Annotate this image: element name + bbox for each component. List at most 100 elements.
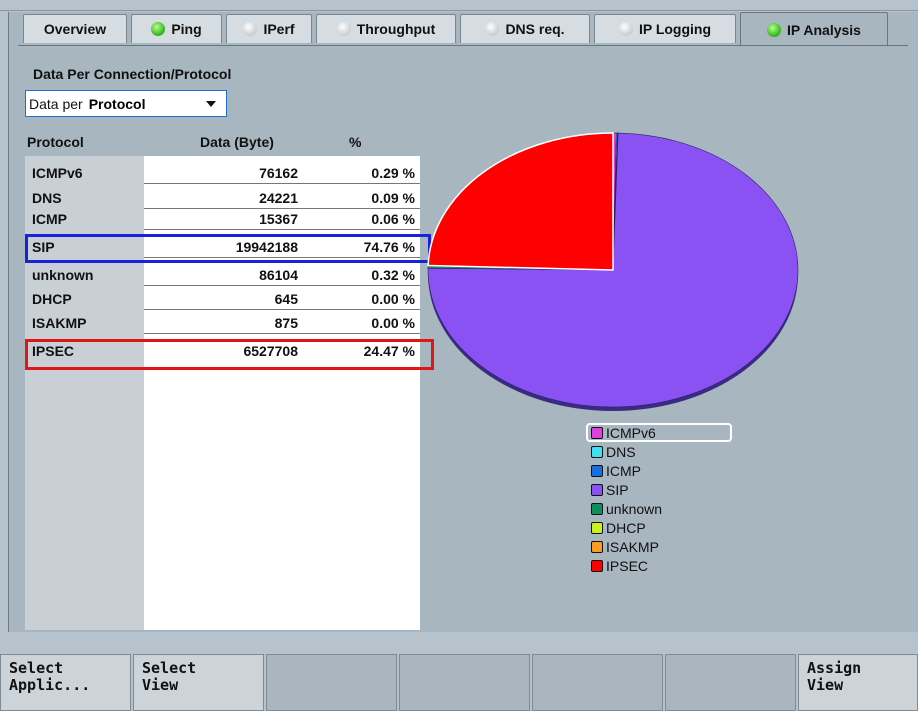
- table-row[interactable]: DHCP 645 0.00 %: [25, 291, 420, 310]
- panel-title: Data Per Connection/Protocol: [33, 66, 232, 82]
- tab-dns-req[interactable]: DNS req.: [460, 14, 590, 43]
- tab-overview[interactable]: Overview: [23, 14, 127, 43]
- legend-swatch: [591, 464, 603, 477]
- legend-swatch: [591, 483, 603, 496]
- legend-item-sip[interactable]: SIP: [588, 480, 734, 499]
- table-row[interactable]: ISAKMP 875 0.00 %: [25, 315, 420, 334]
- legend-item-ipsec[interactable]: IPSEC: [588, 556, 734, 575]
- dropdown-value: Protocol: [88, 95, 146, 112]
- legend-item-dhcp[interactable]: DHCP: [588, 518, 734, 537]
- row-divider: [144, 183, 420, 184]
- row-divider: [144, 208, 420, 209]
- legend-swatch: [591, 559, 603, 572]
- softkey-line1: Select: [142, 659, 197, 677]
- softkey-bar: Select Applic... Select View Assign View: [0, 654, 918, 711]
- status-led-icon: [767, 22, 782, 37]
- header-protocol: Protocol: [27, 134, 84, 150]
- protocol-pie-chart: [427, 132, 799, 411]
- cell-percent: 0.00 %: [371, 315, 415, 331]
- legend-label: DNS: [606, 443, 636, 460]
- softkey-3-button[interactable]: [266, 654, 397, 711]
- cell-protocol: DHCP: [32, 291, 72, 307]
- cell-protocol: DNS: [32, 190, 62, 206]
- legend-label: SIP: [606, 481, 629, 498]
- pie-slice-ipsec: [427, 132, 614, 271]
- cell-percent: 0.29 %: [371, 165, 415, 181]
- tab-label: DNS req.: [505, 21, 565, 37]
- table-row[interactable]: ICMPv6 76162 0.29 %: [25, 165, 420, 184]
- table-row[interactable]: unknown 86104 0.32 %: [25, 267, 420, 286]
- tab-iperf[interactable]: IPerf: [226, 14, 312, 43]
- top-bar: [0, 0, 918, 11]
- tab-ip-logging[interactable]: IP Logging: [594, 14, 736, 43]
- chart-legend: ICMPv6 DNS ICMP SIP unknown DHCP ISAKMP IPSEC: [586, 423, 734, 575]
- select-view-button[interactable]: Select View: [133, 654, 264, 711]
- legend-item-isakmp[interactable]: ISAKMP: [588, 537, 734, 556]
- legend-item-unknown[interactable]: unknown: [588, 499, 734, 518]
- chevron-down-icon: [206, 100, 216, 107]
- legend-swatch: [591, 521, 603, 534]
- cell-protocol: ICMPv6: [32, 165, 83, 181]
- cell-percent: 0.09 %: [371, 190, 415, 206]
- softkey-line2: View: [807, 676, 844, 694]
- data-per-dropdown[interactable]: Data per Protocol: [25, 90, 227, 117]
- row-divider: [144, 333, 420, 334]
- cell-bytes: 875: [274, 315, 298, 331]
- legend-swatch: [591, 426, 603, 439]
- table-row[interactable]: DNS 24221 0.09 %: [25, 190, 420, 209]
- legend-item-dns[interactable]: DNS: [588, 442, 734, 461]
- sip-highlight-box: [25, 234, 431, 263]
- tab-label: Throughput: [356, 21, 436, 37]
- cell-bytes: 15367: [259, 211, 298, 227]
- legend-swatch: [591, 445, 603, 458]
- legend-swatch: [591, 540, 603, 553]
- cell-bytes: 645: [274, 291, 298, 307]
- tab-label: Overview: [43, 21, 107, 37]
- cell-percent: 0.32 %: [371, 267, 415, 283]
- legend-label: ISAKMP: [606, 538, 659, 555]
- legend-label: DHCP: [606, 519, 646, 536]
- tab-label: IP Analysis: [787, 21, 861, 38]
- assign-view-button[interactable]: Assign View: [798, 654, 918, 711]
- cell-protocol: ICMP: [32, 211, 67, 227]
- cell-protocol: unknown: [32, 267, 94, 283]
- cell-percent: 0.06 %: [371, 211, 415, 227]
- cell-bytes: 24221: [259, 190, 298, 206]
- tab-ip-analysis[interactable]: IP Analysis: [740, 12, 888, 46]
- legend-item-icmp[interactable]: ICMP: [588, 461, 734, 480]
- header-data-bytes: Data (Byte): [200, 134, 274, 150]
- ipsec-highlight-box: [25, 339, 434, 370]
- dropdown-label: Data per: [29, 95, 83, 112]
- row-divider: [144, 229, 420, 230]
- tab-ping[interactable]: Ping: [131, 14, 222, 43]
- softkey-line1: Assign: [807, 659, 862, 677]
- table-row[interactable]: ICMP 15367 0.06 %: [25, 211, 420, 230]
- status-led-icon: [243, 22, 258, 36]
- legend-item-icmpv6[interactable]: ICMPv6: [586, 423, 732, 442]
- row-divider: [144, 309, 420, 310]
- legend-label: ICMP: [606, 462, 641, 479]
- legend-label: unknown: [606, 500, 663, 517]
- tab-divider: [18, 45, 908, 46]
- row-divider: [144, 285, 420, 286]
- cell-bytes: 76162: [259, 165, 298, 181]
- softkey-5-button[interactable]: [532, 654, 663, 711]
- tab-label: Ping: [171, 21, 202, 37]
- header-percent: %: [349, 134, 362, 150]
- tab-label: IPerf: [263, 21, 295, 37]
- softkey-line2: Applic...: [9, 676, 91, 694]
- tab-throughput[interactable]: Throughput: [316, 14, 456, 43]
- legend-label: ICMPv6: [606, 424, 656, 441]
- status-led-icon: [618, 22, 633, 36]
- legend-swatch: [591, 502, 603, 515]
- cell-protocol: ISAKMP: [32, 315, 87, 331]
- softkey-line1: Select: [9, 659, 64, 677]
- cell-percent: 0.00 %: [371, 291, 415, 307]
- softkey-line2: View: [142, 676, 179, 694]
- legend-label: IPSEC: [606, 557, 649, 574]
- softkey-4-button[interactable]: [399, 654, 530, 711]
- status-led-icon: [336, 22, 351, 36]
- select-application-button[interactable]: Select Applic...: [0, 654, 131, 711]
- softkey-6-button[interactable]: [665, 654, 796, 711]
- status-led-icon: [485, 22, 500, 36]
